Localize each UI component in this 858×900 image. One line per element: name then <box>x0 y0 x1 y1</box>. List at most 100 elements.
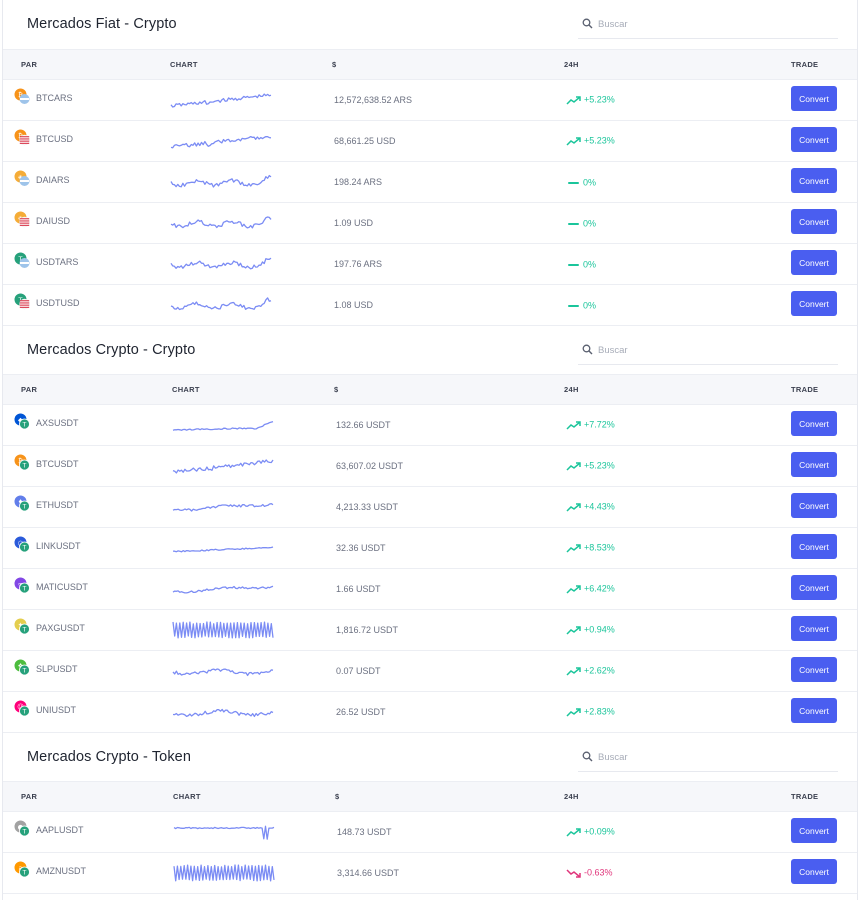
usdt-coin-icon: T <box>14 252 30 268</box>
price-value: 148.73 USDT <box>337 827 392 837</box>
price-value: 32.36 USDT <box>336 543 386 553</box>
sparkline-chart <box>172 668 274 677</box>
change-value: +7.72% <box>584 419 615 430</box>
trending-up-icon <box>566 95 581 105</box>
link-coin-icon: ○T <box>14 536 30 553</box>
convert-button[interactable]: Convert <box>791 575 837 600</box>
convert-button[interactable]: Convert <box>791 534 837 559</box>
change-24h: +6.42% <box>566 583 615 594</box>
search-box <box>578 10 838 39</box>
table-row: ₿ T BTCUSDT 63,607.02 USDT +5.23% Convert <box>3 445 857 487</box>
pair-label: BTCUSDT <box>36 459 79 469</box>
uni-coin-icon: ☺T <box>14 700 30 717</box>
section-title: Mercados Crypto - Token <box>27 749 192 765</box>
change-24h: +8.53% <box>566 542 615 553</box>
table-row: ❖ T SLPUSDT 0.07 USDT +2.62% Convert <box>3 650 857 692</box>
svg-text:T: T <box>22 626 27 633</box>
svg-text:T: T <box>22 503 27 510</box>
change-24h: +5.23% <box>566 135 615 146</box>
sparkline-path <box>172 546 274 553</box>
table-header: PAR CHART $24H TRADE <box>3 49 857 80</box>
convert-button[interactable]: Convert <box>791 452 837 477</box>
search-input[interactable] <box>598 340 828 360</box>
trending-up-icon <box>566 543 581 553</box>
price-value: 0.07 USDT <box>336 666 381 676</box>
column-header-price: $ <box>334 385 339 394</box>
change-24h: +2.83% <box>566 706 615 717</box>
price-value: 3,314.66 USDT <box>337 868 400 878</box>
price-value: 12,572,638.52 ARS <box>334 95 413 105</box>
convert-button[interactable]: Convert <box>791 698 837 723</box>
markets-panel: Mercados Fiat - Crypto PAR CHART $24H TRADE ₿… <box>2 0 858 900</box>
convert-button[interactable]: Convert <box>791 818 837 843</box>
svg-text:T: T <box>22 708 27 715</box>
convert-button[interactable]: Convert <box>791 859 837 884</box>
svg-text:T: T <box>22 462 27 469</box>
change-value: 0% <box>583 300 597 311</box>
convert-button[interactable]: Convert <box>791 657 837 682</box>
sparkline-chart <box>170 135 272 149</box>
column-header-pair: PAR <box>21 792 38 801</box>
change-value: 0% <box>583 177 597 188</box>
sparkline-chart <box>172 503 274 512</box>
svg-text:T: T <box>22 421 27 428</box>
sparkline-chart <box>172 585 274 594</box>
convert-button[interactable]: Convert <box>791 411 837 436</box>
flat-trend-icon <box>568 181 579 184</box>
table-row: ◆ T AXSUSDT 132.66 USDT +7.72% Convert <box>3 404 857 446</box>
table-header: PAR CHART $24H TRADE <box>3 781 857 812</box>
sparkline-chart <box>170 174 272 188</box>
table-row: ₿ BTCUSD 68,661.25 USD +5.23% Convert <box>3 120 857 162</box>
convert-button[interactable]: Convert <box>791 250 837 275</box>
sparkline-path <box>172 503 274 512</box>
table-header: PAR CHART $24H TRADE <box>3 374 857 405</box>
trending-up-icon <box>566 827 581 837</box>
change-24h: +4.43% <box>566 501 615 512</box>
btc-coin-icon: ₿T <box>14 454 30 471</box>
sparkline-path <box>170 93 272 108</box>
dai-coin-icon: ◈ <box>14 170 30 186</box>
trending-up-icon <box>566 707 581 717</box>
flat-trend-icon <box>568 222 579 225</box>
change-24h: +7.72% <box>566 419 615 430</box>
convert-button[interactable]: Convert <box>791 168 837 193</box>
sparkline-path <box>172 708 274 718</box>
convert-button[interactable]: Convert <box>791 127 837 152</box>
sparkline-chart <box>172 420 274 431</box>
flat-trend-icon <box>568 263 579 266</box>
trending-up-icon <box>566 420 581 430</box>
table-row: ₿ BTCARS 12,572,638.52 ARS +5.23% Convert <box>3 79 857 121</box>
trending-up-icon <box>566 666 581 676</box>
change-24h: +2.62% <box>566 665 615 676</box>
svg-text:T: T <box>22 585 27 592</box>
sparkline-chart <box>172 621 274 639</box>
search-icon <box>582 18 593 29</box>
sparkline-chart <box>173 864 275 882</box>
sparkline-chart <box>170 297 272 311</box>
sparkline-path <box>173 825 275 840</box>
table-row: ☺ T UNIUSDT 26.52 USDT +2.83% Convert <box>3 691 857 733</box>
convert-button[interactable]: Convert <box>791 291 837 316</box>
svg-text:T: T <box>22 869 27 876</box>
svg-text:T: T <box>22 828 27 835</box>
amzn-coin-icon: aT <box>14 861 30 878</box>
search-icon <box>582 344 593 355</box>
sparkline-path <box>172 668 274 677</box>
table-row: ∞ T MATICUSDT 1.66 USDT +6.42% Convert <box>3 568 857 610</box>
trending-up-icon <box>566 584 581 594</box>
price-value: 1.66 USDT <box>336 584 381 594</box>
convert-button[interactable]: Convert <box>791 209 837 234</box>
change-value: 0% <box>583 218 597 229</box>
search-icon <box>582 751 593 762</box>
pair-label: ETHUSDT <box>36 500 79 510</box>
change-24h: +5.23% <box>566 94 615 105</box>
table-row: ● T AAPLUSDT 148.73 USDT +0.09% Convert <box>3 811 857 853</box>
convert-button[interactable]: Convert <box>791 86 837 111</box>
price-value: 197.76 ARS <box>334 259 383 269</box>
convert-button[interactable]: Convert <box>791 493 837 518</box>
search-input[interactable] <box>598 747 828 767</box>
search-input[interactable] <box>598 14 828 34</box>
sparkline-chart <box>173 825 275 840</box>
convert-button[interactable]: Convert <box>791 616 837 641</box>
pair-label: UNIUSDT <box>36 705 76 715</box>
